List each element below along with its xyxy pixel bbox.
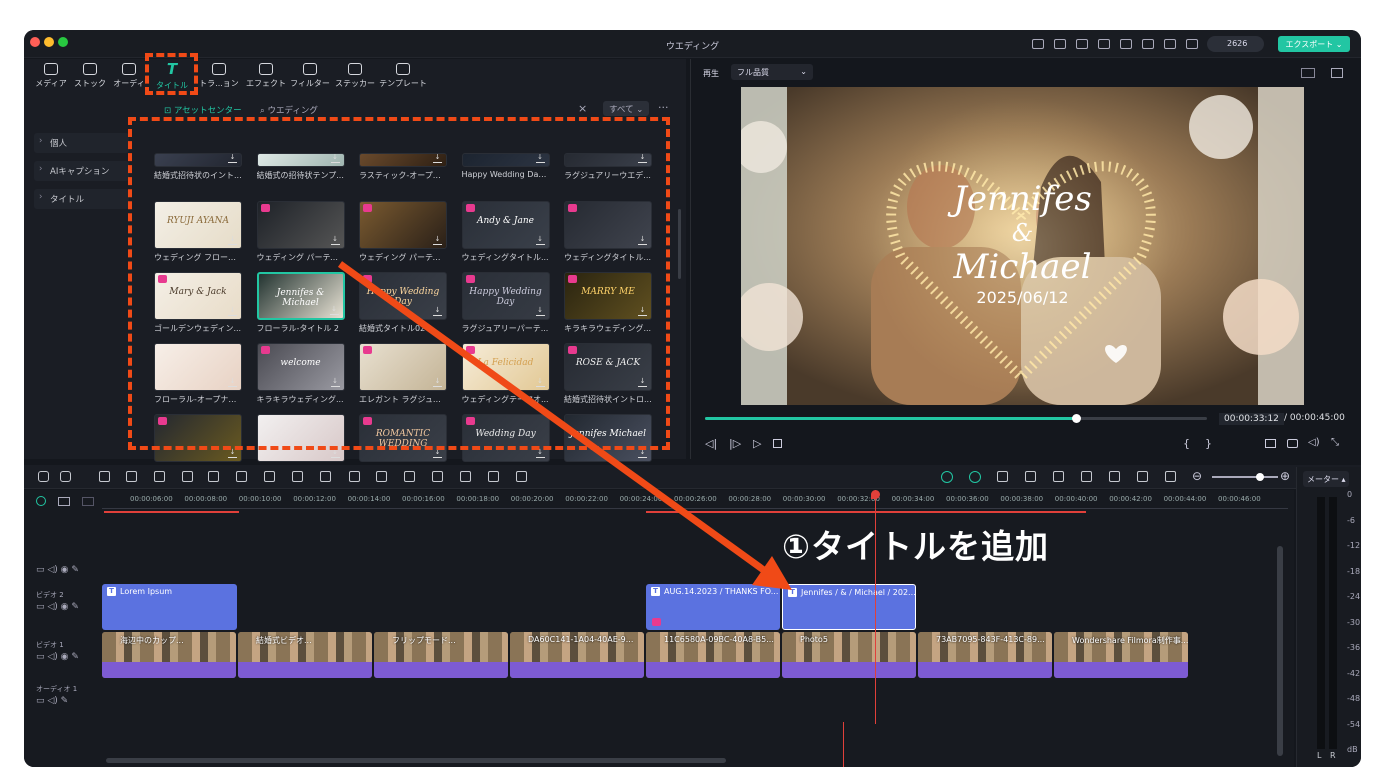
annotation-arrow — [337, 261, 792, 590]
annotation-caption: ①タイトルを追加 — [782, 527, 1049, 566]
